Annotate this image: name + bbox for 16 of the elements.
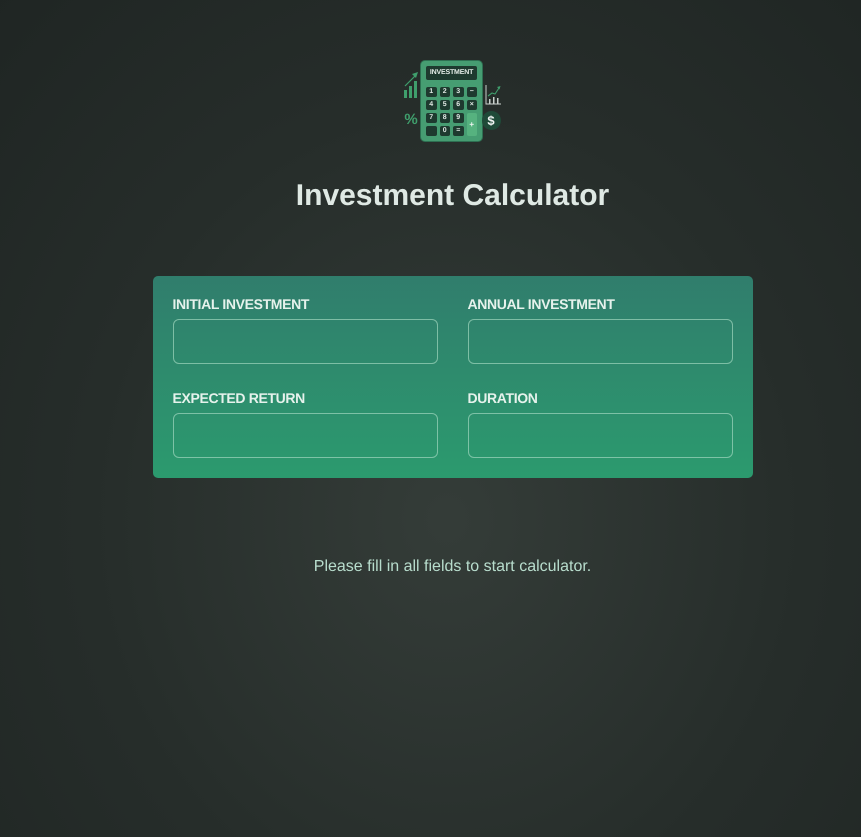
input-field[interactable] (468, 413, 732, 458)
dollar-coin: $ (482, 111, 500, 130)
page-title: Investment Calculator (296, 178, 610, 214)
calculator-key: + (466, 113, 477, 136)
field-label: INITIAL INVESTMENT (172, 295, 310, 314)
calculator-key (426, 126, 436, 136)
input-field[interactable] (172, 413, 438, 458)
status-message: Please fill in all fields to start calculator. (314, 557, 592, 577)
field-label: ANNUAL INVESTMENT (468, 295, 616, 314)
bar-chart-icon (404, 72, 418, 98)
input-field[interactable] (172, 319, 438, 364)
input-field[interactable] (468, 319, 732, 364)
line-chart-icon (485, 85, 501, 105)
percent-sign: % (404, 112, 418, 128)
field-label: DURATION (468, 389, 539, 408)
field-label: EXPECTED RETURN (172, 389, 306, 408)
